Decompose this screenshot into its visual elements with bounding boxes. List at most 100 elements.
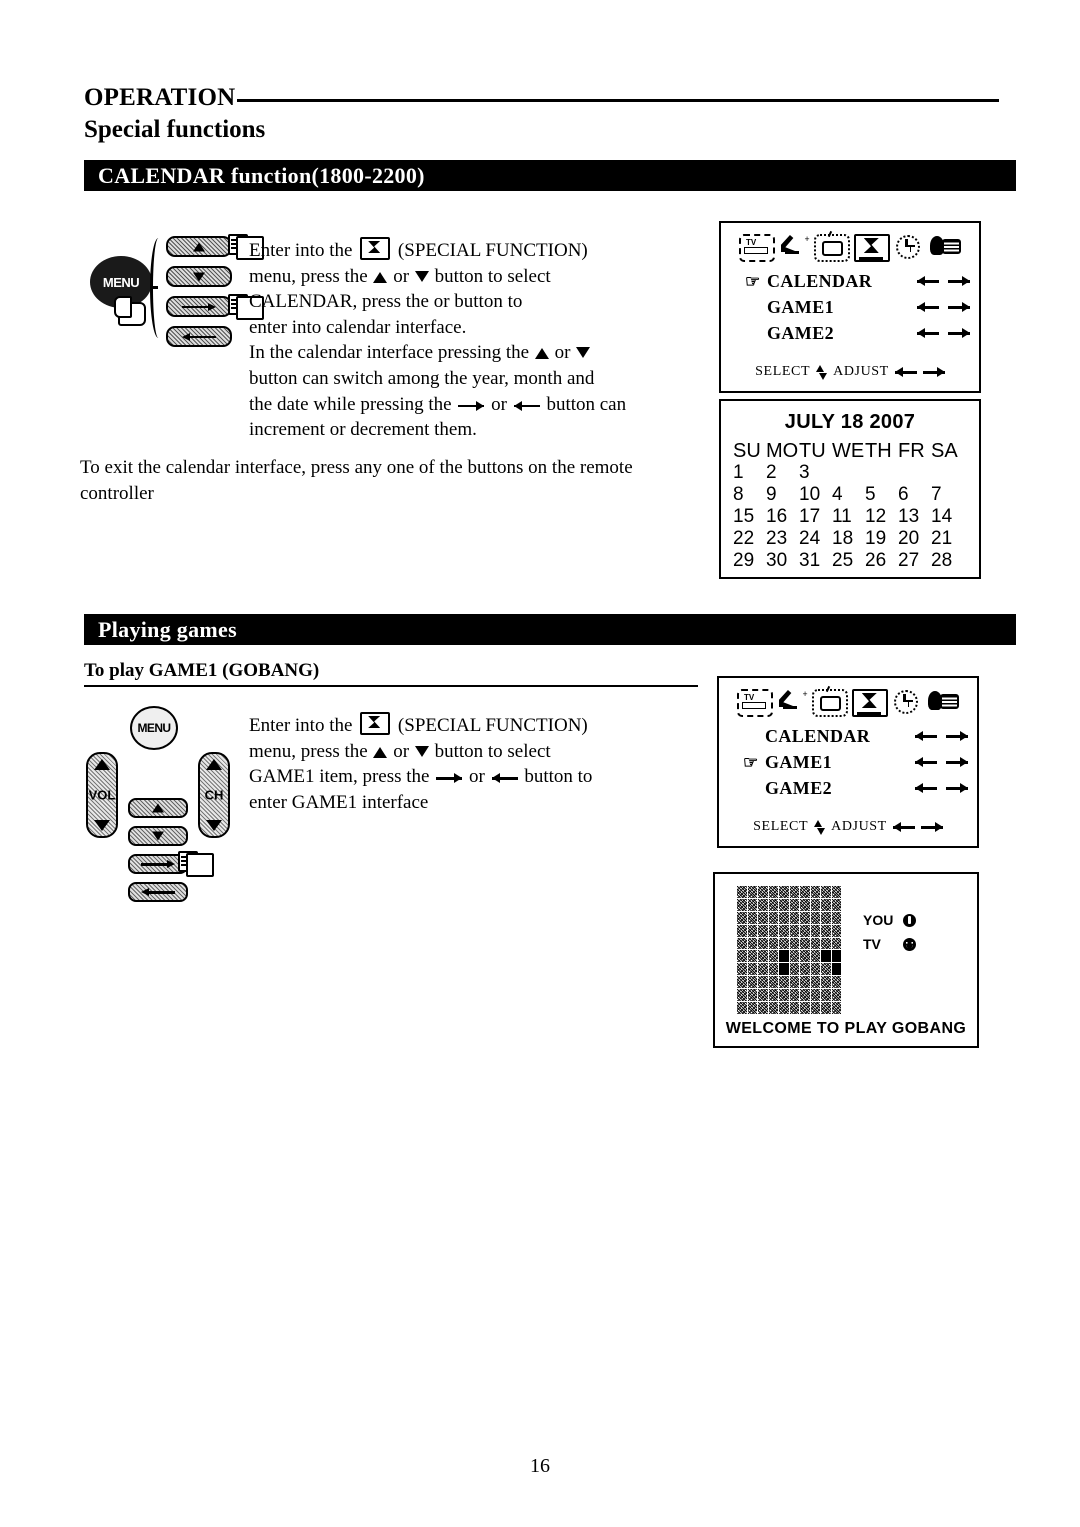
gobang-cell[interactable] <box>800 1002 810 1014</box>
gobang-cell[interactable] <box>768 911 778 924</box>
gobang-cell[interactable] <box>768 1002 778 1014</box>
gobang-cell[interactable] <box>779 1002 789 1014</box>
osd-item-calendar[interactable]: ☞ CALENDAR <box>721 268 979 294</box>
gobang-cell[interactable] <box>800 989 810 1002</box>
gobang-cell[interactable] <box>810 963 820 976</box>
tv-small-icon[interactable] <box>814 234 851 262</box>
day-cell[interactable]: 4 <box>832 484 865 506</box>
gobang-cell[interactable] <box>800 911 810 924</box>
gobang-cell[interactable] <box>758 950 768 963</box>
gobang-cell[interactable] <box>737 911 747 924</box>
gobang-cell[interactable] <box>758 937 768 950</box>
gobang-cell[interactable] <box>821 898 831 911</box>
day-cell[interactable]: 2 <box>766 462 799 484</box>
gobang-cell[interactable] <box>810 1002 820 1014</box>
gobang-cell[interactable] <box>737 898 747 911</box>
gobang-cell[interactable] <box>747 937 757 950</box>
day-cell[interactable]: 27 <box>898 550 931 572</box>
osd-item-calendar[interactable]: CALENDAR <box>719 723 977 749</box>
day-cell[interactable]: 22 <box>733 528 766 550</box>
gobang-cell[interactable] <box>747 963 757 976</box>
gobang-cell[interactable] <box>831 911 841 924</box>
day-cell[interactable]: 31 <box>799 550 832 572</box>
gobang-cell[interactable] <box>747 989 757 1002</box>
gobang-cell[interactable] <box>768 937 778 950</box>
gobang-cell[interactable] <box>768 924 778 937</box>
day-cell[interactable]: 16 <box>766 506 799 528</box>
special-function-icon[interactable] <box>851 689 888 717</box>
gobang-cell[interactable] <box>789 989 799 1002</box>
antenna-icon[interactable]: + <box>777 689 809 713</box>
gobang-cell[interactable] <box>779 989 789 1002</box>
gobang-cell[interactable] <box>747 1002 757 1014</box>
day-cell[interactable]: 24 <box>799 528 832 550</box>
tv-small-icon[interactable] <box>812 689 849 717</box>
osd-item-game2[interactable]: GAME2 <box>721 320 979 346</box>
gobang-cell[interactable] <box>758 989 768 1002</box>
gobang-cell[interactable] <box>789 976 799 989</box>
special-function-icon[interactable] <box>853 234 890 262</box>
gobang-cell[interactable] <box>779 963 789 976</box>
day-cell[interactable]: 9 <box>766 484 799 506</box>
day-cell[interactable]: 30 <box>766 550 799 572</box>
day-cell[interactable]: 28 <box>931 550 964 572</box>
gobang-cell[interactable] <box>831 950 841 963</box>
gobang-cell[interactable] <box>768 976 778 989</box>
gobang-cell[interactable] <box>789 937 799 950</box>
gobang-cell[interactable] <box>758 976 768 989</box>
gobang-cell[interactable] <box>831 963 841 976</box>
day-cell[interactable]: 21 <box>931 528 964 550</box>
gobang-cell[interactable] <box>737 976 747 989</box>
gobang-cell[interactable] <box>789 924 799 937</box>
gobang-cell[interactable] <box>810 937 820 950</box>
gobang-cell[interactable] <box>779 976 789 989</box>
gobang-cell[interactable] <box>789 886 799 898</box>
gobang-cell[interactable] <box>800 924 810 937</box>
gobang-cell[interactable] <box>758 1002 768 1014</box>
gobang-cell[interactable] <box>779 898 789 911</box>
gobang-cell[interactable] <box>800 950 810 963</box>
gobang-cell[interactable] <box>779 886 789 898</box>
osd-item-game2[interactable]: GAME2 <box>719 775 977 801</box>
day-cell[interactable]: 23 <box>766 528 799 550</box>
gobang-cell[interactable] <box>747 976 757 989</box>
gobang-cell[interactable] <box>831 886 841 898</box>
day-cell[interactable]: 11 <box>832 506 865 528</box>
osd-item-game1[interactable]: ☞ GAME1 <box>719 749 977 775</box>
gobang-cell[interactable] <box>789 950 799 963</box>
gobang-cell[interactable] <box>821 1002 831 1014</box>
day-cell[interactable]: 12 <box>865 506 898 528</box>
day-cell[interactable]: 25 <box>832 550 865 572</box>
tv-picture-icon[interactable] <box>739 234 775 262</box>
day-cell[interactable]: 20 <box>898 528 931 550</box>
day-cell[interactable] <box>898 462 931 484</box>
gobang-cell[interactable] <box>831 989 841 1002</box>
gobang-cell[interactable] <box>737 963 747 976</box>
day-cell[interactable]: 18 <box>832 528 865 550</box>
gobang-cell[interactable] <box>758 911 768 924</box>
day-cell[interactable]: 29 <box>733 550 766 572</box>
day-cell[interactable]: 8 <box>733 484 766 506</box>
gobang-cell[interactable] <box>831 898 841 911</box>
gobang-cell[interactable] <box>768 950 778 963</box>
gobang-cell[interactable] <box>810 976 820 989</box>
gobang-cell[interactable] <box>800 898 810 911</box>
day-cell[interactable]: 1 <box>733 462 766 484</box>
gobang-cell[interactable] <box>768 898 778 911</box>
gobang-cell[interactable] <box>821 989 831 1002</box>
gobang-cell[interactable] <box>831 924 841 937</box>
day-cell[interactable] <box>832 462 865 484</box>
gobang-cell[interactable] <box>810 886 820 898</box>
gobang-cell[interactable] <box>810 950 820 963</box>
person-caption-icon[interactable] <box>927 689 959 713</box>
gobang-cell[interactable] <box>737 950 747 963</box>
clock-icon[interactable] <box>891 689 923 714</box>
gobang-cell[interactable] <box>747 898 757 911</box>
osd-item-game1[interactable]: GAME1 <box>721 294 979 320</box>
gobang-cell[interactable] <box>747 911 757 924</box>
gobang-cell[interactable] <box>821 976 831 989</box>
gobang-cell[interactable] <box>737 937 747 950</box>
gobang-cell[interactable] <box>800 937 810 950</box>
day-cell[interactable]: 14 <box>931 506 964 528</box>
gobang-cell[interactable] <box>737 886 747 898</box>
